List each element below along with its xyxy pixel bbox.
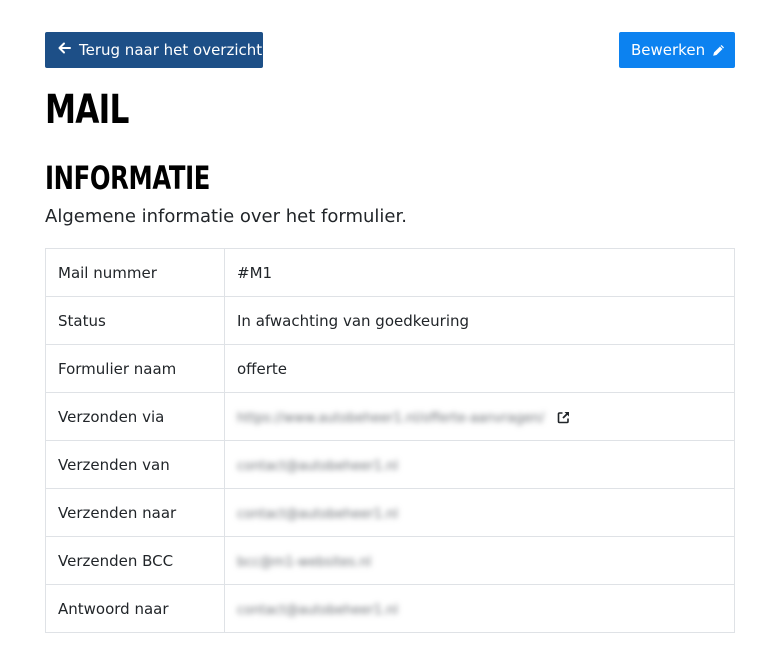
row-label: Mail nummer: [45, 248, 225, 297]
row-value: contact@autobeheer1.nl: [224, 440, 735, 489]
mail-detail-page: Terug naar het overzicht Bewerken MAIL I…: [0, 0, 779, 672]
table-row: Formulier naam offerte: [45, 344, 735, 393]
row-value: https://www.autobeheer1.nl/offerte-aanvr…: [224, 392, 735, 441]
reply-to-email: contact@autobeheer1.nl: [237, 602, 398, 618]
edit-button[interactable]: Bewerken: [619, 32, 735, 68]
table-row: Verzenden van contact@autobeheer1.nl: [45, 440, 735, 489]
table-row: Verzenden BCC bcc@m1-websites.nl: [45, 536, 735, 585]
row-label: Antwoord naar: [45, 584, 225, 633]
row-label: Formulier naam: [45, 344, 225, 393]
row-value: contact@autobeheer1.nl: [224, 584, 735, 633]
section-title: INFORMATIE: [45, 159, 211, 197]
row-value: bcc@m1-websites.nl: [224, 536, 735, 585]
pencil-icon: [712, 44, 725, 57]
table-row: Status In afwachting van goedkeuring: [45, 296, 735, 345]
external-link-icon[interactable]: [557, 411, 570, 424]
table-row: Verzenden naar contact@autobeheer1.nl: [45, 488, 735, 537]
sender-email: contact@autobeheer1.nl: [237, 458, 398, 474]
sent-via-url-link[interactable]: https://www.autobeheer1.nl/offerte-aanvr…: [237, 411, 544, 426]
row-label: Verzenden naar: [45, 488, 225, 537]
page-title: MAIL: [45, 87, 129, 133]
section-subtitle: Algemene informatie over het formulier.: [45, 206, 407, 227]
row-label: Verzenden van: [45, 440, 225, 489]
recipient-email: contact@autobeheer1.nl: [237, 506, 398, 522]
table-row: Mail nummer #M1: [45, 248, 735, 297]
row-label: Status: [45, 296, 225, 345]
row-label: Verzonden via: [45, 392, 225, 441]
row-label: Verzenden BCC: [45, 536, 225, 585]
row-value: offerte: [224, 344, 735, 393]
bcc-email: bcc@m1-websites.nl: [237, 554, 372, 570]
arrow-left-icon: [58, 42, 72, 58]
mail-info-table: Mail nummer #M1 Status In afwachting van…: [45, 248, 735, 633]
back-button-label: Terug naar het overzicht: [79, 41, 263, 59]
edit-button-label: Bewerken: [631, 41, 706, 59]
table-row: Antwoord naar contact@autobeheer1.nl: [45, 584, 735, 633]
row-value: #M1: [224, 248, 735, 297]
row-value: contact@autobeheer1.nl: [224, 488, 735, 537]
table-row: Verzonden via https://www.autobeheer1.nl…: [45, 392, 735, 441]
row-value: In afwachting van goedkeuring: [224, 296, 735, 345]
back-to-overview-button[interactable]: Terug naar het overzicht: [45, 32, 263, 68]
